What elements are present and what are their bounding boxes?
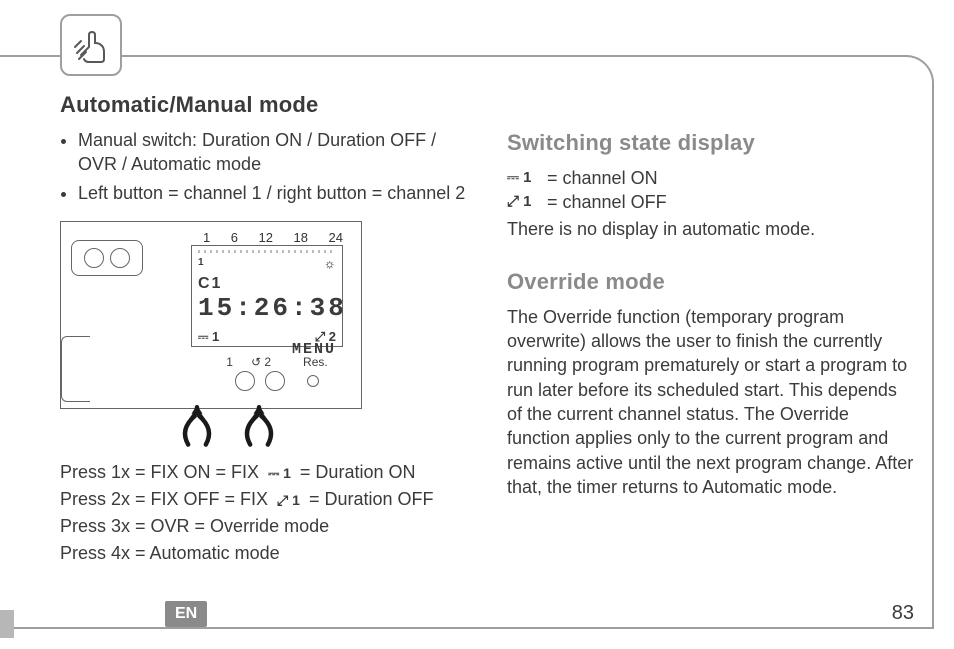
auto-manual-title: Automatic/Manual mode [60,92,467,118]
override-title: Override mode [507,269,914,295]
battery-slot [71,240,143,276]
scale-24: 24 [329,230,343,245]
scale-12: 12 [259,230,273,245]
bullet-manual-switch: Manual switch: Duration ON / Duration OF… [78,128,467,177]
sun-icon: ☼ [326,257,336,293]
binding-stub [0,610,14,638]
timer-device-diagram: 1 6 12 18 24 1C1 ☼ 15:26:38 [60,221,362,409]
press-arrows [175,405,281,449]
language-badge: EN [165,601,207,627]
finger-press-icon [60,14,122,76]
channel-off-text: = channel OFF [547,190,667,214]
mode-bullets: Manual switch: Duration ON / Duration OF… [60,128,467,205]
channel-indicator: 1C1 [198,257,222,293]
page-number: 83 [892,602,914,625]
press-sequence: Press 1x = FIX ON = FIX ⎓ 1 = Duration O… [60,459,467,567]
auto-mode-note: There is no display in automatic mode. [507,217,914,241]
hour-scale: 1 6 12 18 24 [203,230,343,245]
lcd-screen: 1C1 ☼ 15:26:38 ⎓ 1 ⤢ 2 MENU [191,245,343,347]
reset-hole [307,375,319,387]
press-3x: Press 3x = OVR = Override mode [60,513,467,540]
press-1x: Press 1x = FIX ON = FIX ⎓ 1 = Duration O… [60,459,467,486]
off-icon: ⤢ 1 [273,492,304,508]
bullet-channel-buttons: Left button = channel 1 / right button =… [78,181,467,205]
card-slot [61,336,90,402]
switching-state-title: Switching state display [507,130,914,156]
right-column: Switching state display ⎓ 1 = channel ON… [507,92,914,609]
lcd-time: 15:26:38 [198,293,336,323]
off-icon: ⤢ 1 [507,192,541,212]
device-buttons: 1 ↻ 2 Res. [203,355,351,391]
on-icon: ⎓ 1 [264,465,295,481]
override-body: The Override function (temporary program… [507,305,914,499]
channel-off-row: ⤢ 1 = channel OFF [507,190,914,214]
lcd-sw1: ⎓ 1 [198,329,219,345]
button-2 [265,371,285,391]
press-2x: Press 2x = FIX OFF = FIX ⤢ 1 = Duration … [60,486,467,513]
press-4x: Press 4x = Automatic mode [60,540,467,567]
button-1 [235,371,255,391]
scale-1: 1 [203,230,210,245]
scale-18: 18 [294,230,308,245]
channel-on-text: = channel ON [547,166,658,190]
swap-icon: ↻ [251,355,261,369]
scale-6: 6 [231,230,238,245]
channel-on-row: ⎓ 1 = channel ON [507,166,914,190]
left-column: Automatic/Manual mode Manual switch: Dur… [60,92,467,609]
on-icon: ⎓ 1 [507,168,541,188]
